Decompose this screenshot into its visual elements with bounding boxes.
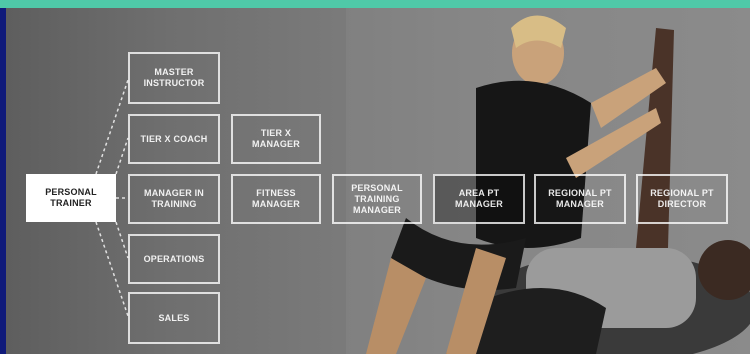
top-accent-bar	[0, 0, 750, 8]
node-operations: OPERATIONS	[128, 234, 220, 284]
node-tier-x-coach: TIER X COACH	[128, 114, 220, 164]
node-manager-in-training: MANAGER IN TRAINING	[128, 174, 220, 224]
node-personal-trainer: PERSONAL TRAINER	[26, 174, 116, 222]
node-fitness-manager: FITNESS MANAGER	[231, 174, 321, 224]
node-tier-x-manager: TIER X MANAGER	[231, 114, 321, 164]
node-regional-pt-manager: REGIONAL PT MANAGER	[534, 174, 626, 224]
node-sales: SALES	[128, 292, 220, 344]
node-area-pt-manager: AREA PT MANAGER	[433, 174, 525, 224]
node-regional-pt-director: REGIONAL PT DIRECTOR	[636, 174, 728, 224]
node-master-instructor: MASTER INSTRUCTOR	[128, 52, 220, 104]
node-personal-training-manager: PERSONAL TRAINING MANAGER	[332, 174, 422, 224]
background-photo: PERSONAL TRAINER MASTER INSTRUCTOR TIER …	[6, 8, 750, 354]
